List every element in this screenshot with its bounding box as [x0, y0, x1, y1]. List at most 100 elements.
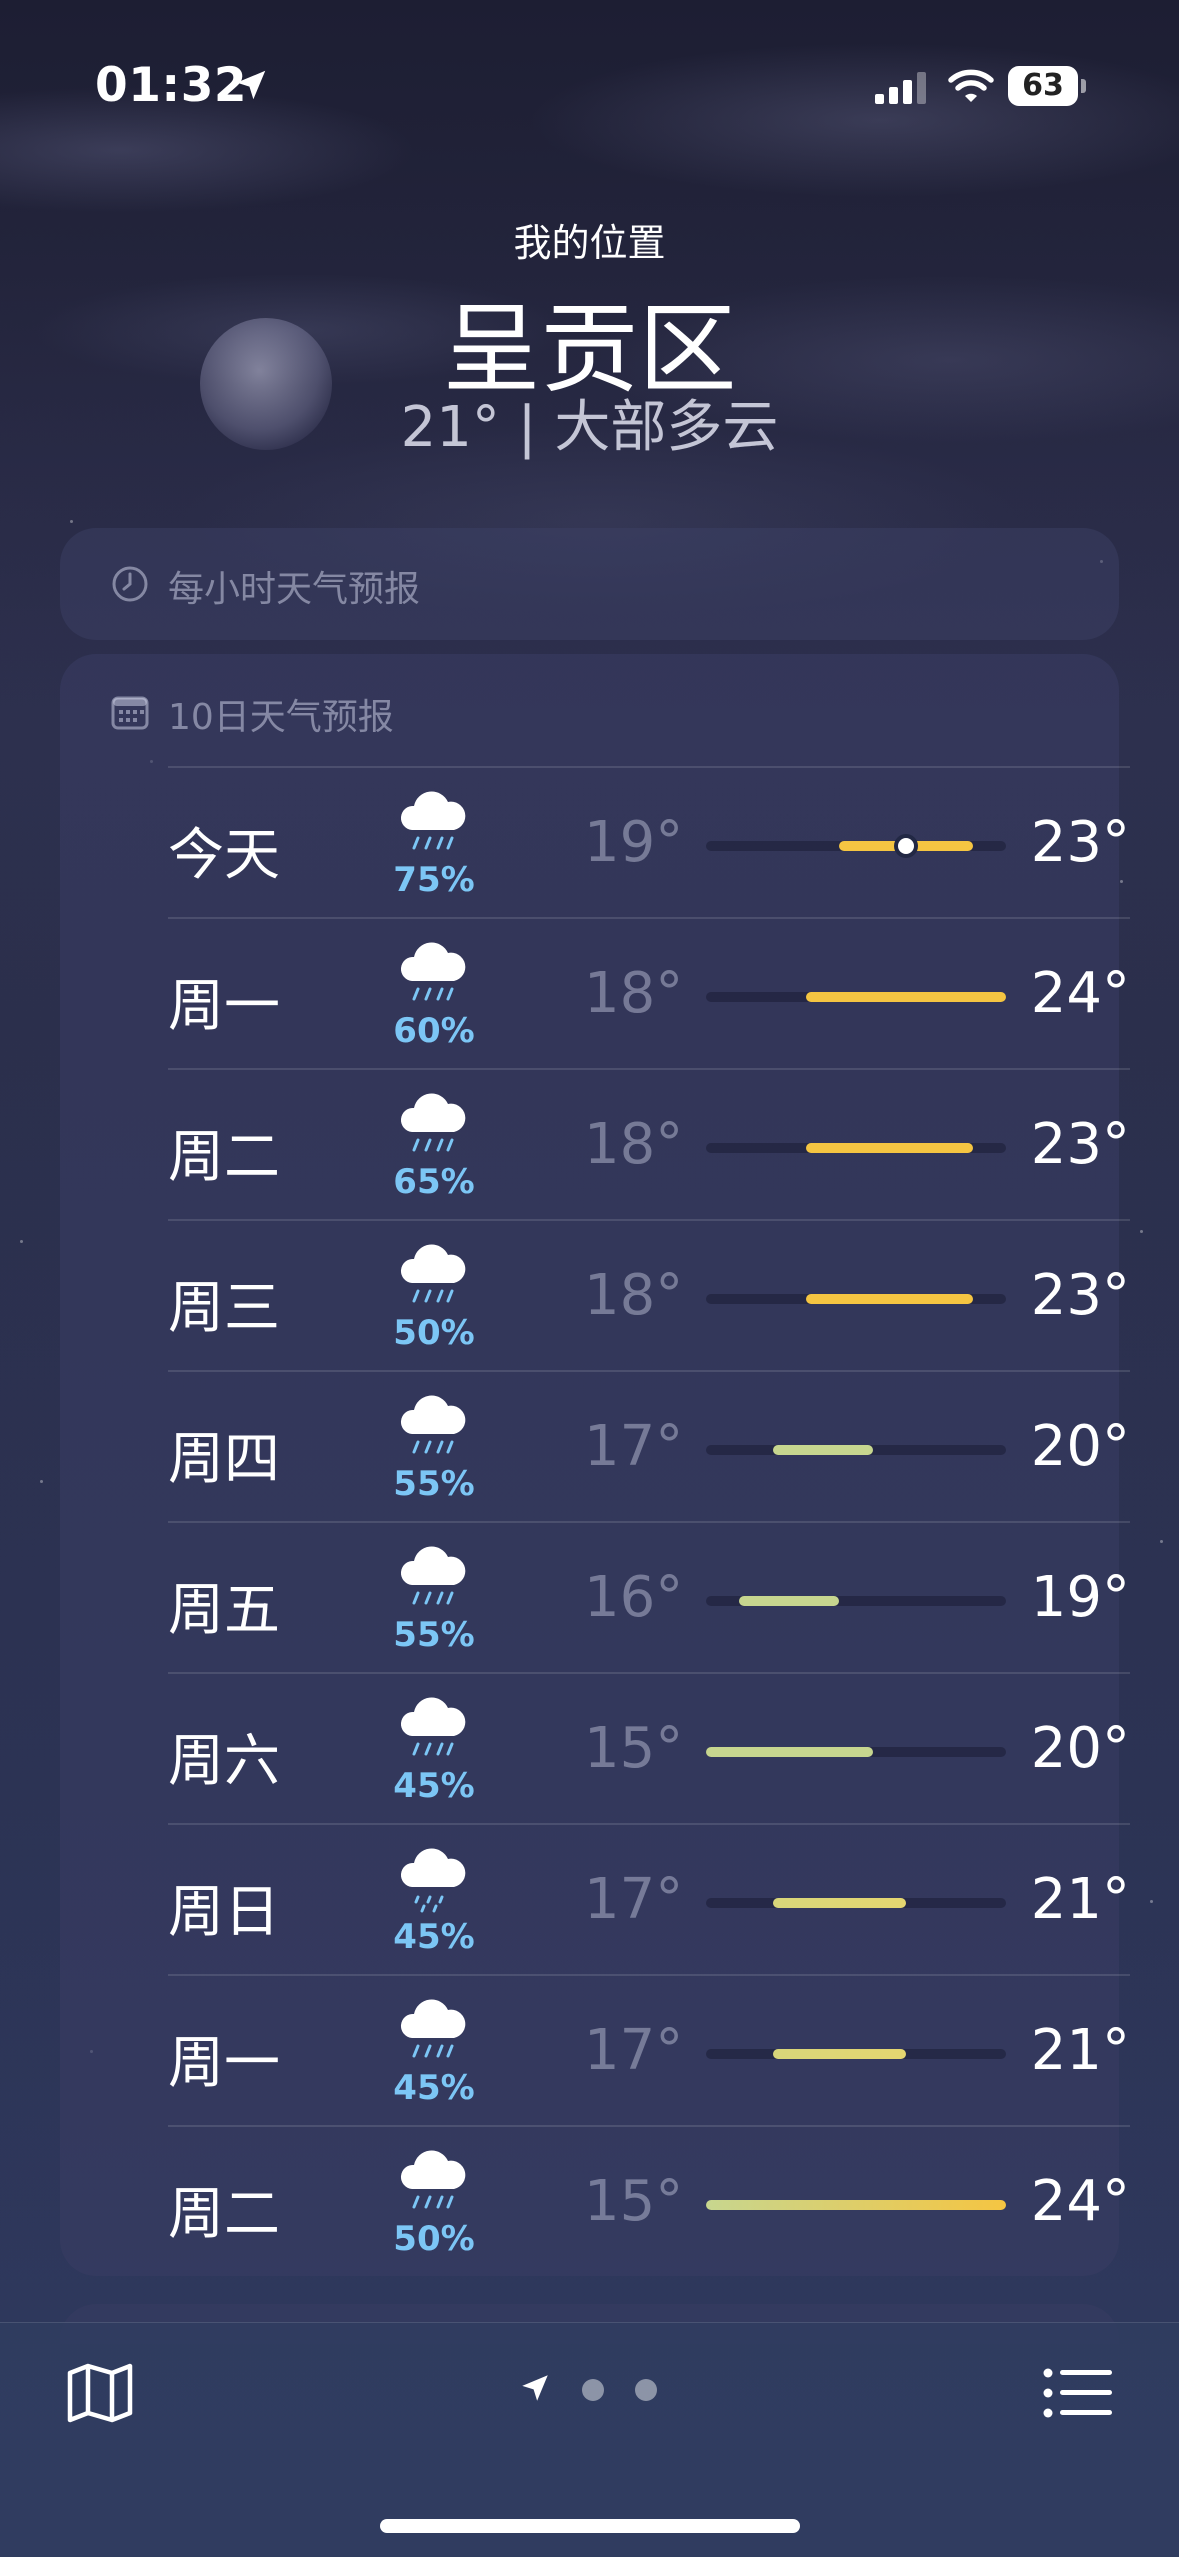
high-temp: 20° — [1030, 1716, 1130, 1781]
temp-range-bar — [706, 1747, 873, 1757]
battery-level: 63 — [1008, 66, 1078, 106]
day-label: 周三 — [168, 1276, 280, 1341]
high-temp: 24° — [1030, 961, 1130, 1026]
cloud-rain-icon — [400, 1546, 466, 1605]
high-temp: 23° — [1030, 1263, 1130, 1328]
precip-chance: 60% — [393, 1011, 475, 1051]
cloud-rain-icon — [400, 942, 466, 1001]
day-label: 周日 — [168, 1880, 280, 1945]
day-label: 周一 — [168, 974, 280, 1039]
day-label: 周六 — [168, 1729, 280, 1794]
day-label: 周二 — [168, 2182, 280, 2247]
precip-chance: 45% — [393, 2068, 475, 2108]
high-temp: 23° — [1030, 810, 1130, 875]
low-temp: 15° — [584, 1716, 684, 1781]
cloud-rain-icon — [400, 1395, 466, 1454]
high-temp: 21° — [1030, 1867, 1130, 1932]
temp-range-track — [706, 992, 1006, 1002]
star — [70, 520, 73, 523]
cloud-rain-icon — [400, 1999, 466, 2058]
low-temp: 18° — [584, 1263, 684, 1328]
low-temp: 17° — [584, 1414, 684, 1479]
low-temp: 18° — [584, 961, 684, 1026]
star — [1150, 1900, 1153, 1903]
page-dot[interactable] — [582, 2379, 604, 2401]
day-label: 周五 — [168, 1578, 280, 1643]
high-temp: 23° — [1030, 1112, 1130, 1177]
cloud-rain-icon — [400, 791, 466, 850]
hourly-forecast-card[interactable]: 每小时天气预报 — [60, 528, 1119, 640]
low-temp: 16° — [584, 1565, 684, 1630]
forecast-row[interactable]: 周三 50% 18° 23° — [168, 1219, 1130, 1372]
temp-range-bar — [772, 2049, 906, 2059]
ten-day-forecast-card[interactable]: 10日天气预报 今天 75% 19° 23° 周一 60% 18° 24° 周二 65% 18° 23… — [60, 654, 1130, 2276]
temp-range-bar — [806, 1143, 973, 1153]
hourly-forecast-title: 每小时天气预报 — [168, 569, 421, 610]
cloud-rain-icon — [400, 2150, 466, 2209]
star — [1140, 1230, 1143, 1233]
high-temp: 20° — [1030, 1414, 1130, 1479]
temp-range-bar — [706, 2200, 1006, 2210]
forecast-row[interactable]: 周五 55% 16° 19° — [168, 1521, 1130, 1674]
precip-chance: 75% — [393, 860, 475, 900]
forecast-row[interactable]: 周日 45% 17° 21° — [168, 1823, 1130, 1976]
temp-range-bar — [806, 992, 1006, 1002]
high-temp: 24° — [1030, 2169, 1130, 2234]
current-summary: 21° | 大部多云 — [400, 395, 779, 460]
ten-day-forecast-title: 10日天气预报 — [168, 697, 394, 738]
temp-range-bar — [772, 1898, 906, 1908]
cloud-rain-icon — [400, 1093, 466, 1152]
temp-range-track — [706, 1596, 1006, 1606]
day-label: 周二 — [168, 1125, 280, 1190]
high-temp: 19° — [1030, 1565, 1130, 1630]
precip-chance: 45% — [393, 1917, 475, 1957]
location-arrow-icon — [236, 70, 266, 100]
calendar-icon — [111, 696, 149, 730]
cellular-signal-icon — [875, 72, 926, 104]
home-indicator — [380, 2519, 800, 2533]
cloud-rain-icon — [400, 1244, 466, 1303]
temp-range-track — [706, 2049, 1006, 2059]
forecast-row[interactable]: 周一 60% 18° 24° — [168, 917, 1130, 1070]
forecast-row[interactable]: 周一 45% 17° 21° — [168, 1974, 1130, 2127]
cloud-drizzle-icon — [400, 1848, 466, 1913]
current-temp-marker — [898, 838, 914, 854]
forecast-row[interactable]: 周二 65% 18° 23° — [168, 1068, 1130, 1221]
star — [20, 1240, 23, 1243]
high-temp: 21° — [1030, 2018, 1130, 2083]
precip-chance: 65% — [393, 1162, 475, 1202]
map-icon[interactable] — [64, 2361, 136, 2425]
temp-range-bar — [739, 1596, 840, 1606]
temp-range-bar — [772, 1445, 873, 1455]
temp-range-track — [706, 1898, 1006, 1908]
day-label: 周一 — [168, 2031, 280, 2096]
forecast-row[interactable]: 周六 45% 15° 20° — [168, 1672, 1130, 1825]
precip-chance: 50% — [393, 1313, 475, 1353]
low-temp: 18° — [584, 1112, 684, 1177]
low-temp: 17° — [584, 1867, 684, 1932]
day-label: 今天 — [168, 823, 280, 888]
temp-range-track — [706, 1294, 1006, 1304]
wifi-icon — [948, 69, 994, 102]
list-icon[interactable] — [1042, 2365, 1114, 2421]
star — [1160, 1540, 1163, 1543]
temp-range-track — [706, 1747, 1006, 1757]
cloud-rain-icon — [400, 1697, 466, 1756]
temp-range-track — [706, 1143, 1006, 1153]
bottom-toolbar — [0, 2322, 1179, 2557]
forecast-row[interactable]: 周四 55% 17° 20° — [168, 1370, 1130, 1523]
precip-chance: 45% — [393, 1766, 475, 1806]
current-location-page-icon[interactable] — [518, 2371, 552, 2405]
status-time: 01:32 — [95, 58, 248, 113]
low-temp: 15° — [584, 2169, 684, 2234]
temp-range-track — [706, 2200, 1006, 2210]
precip-chance: 55% — [393, 1615, 475, 1655]
battery-nub — [1081, 79, 1086, 93]
temp-range-track — [706, 1445, 1006, 1455]
page-dot[interactable] — [635, 2379, 657, 2401]
precip-chance: 55% — [393, 1464, 475, 1504]
battery-indicator: 63 — [1008, 66, 1086, 106]
day-label: 周四 — [168, 1427, 280, 1492]
forecast-row[interactable]: 今天 75% 19° 23° — [168, 766, 1130, 919]
forecast-row[interactable]: 周二 50% 15° 24° — [168, 2125, 1130, 2278]
